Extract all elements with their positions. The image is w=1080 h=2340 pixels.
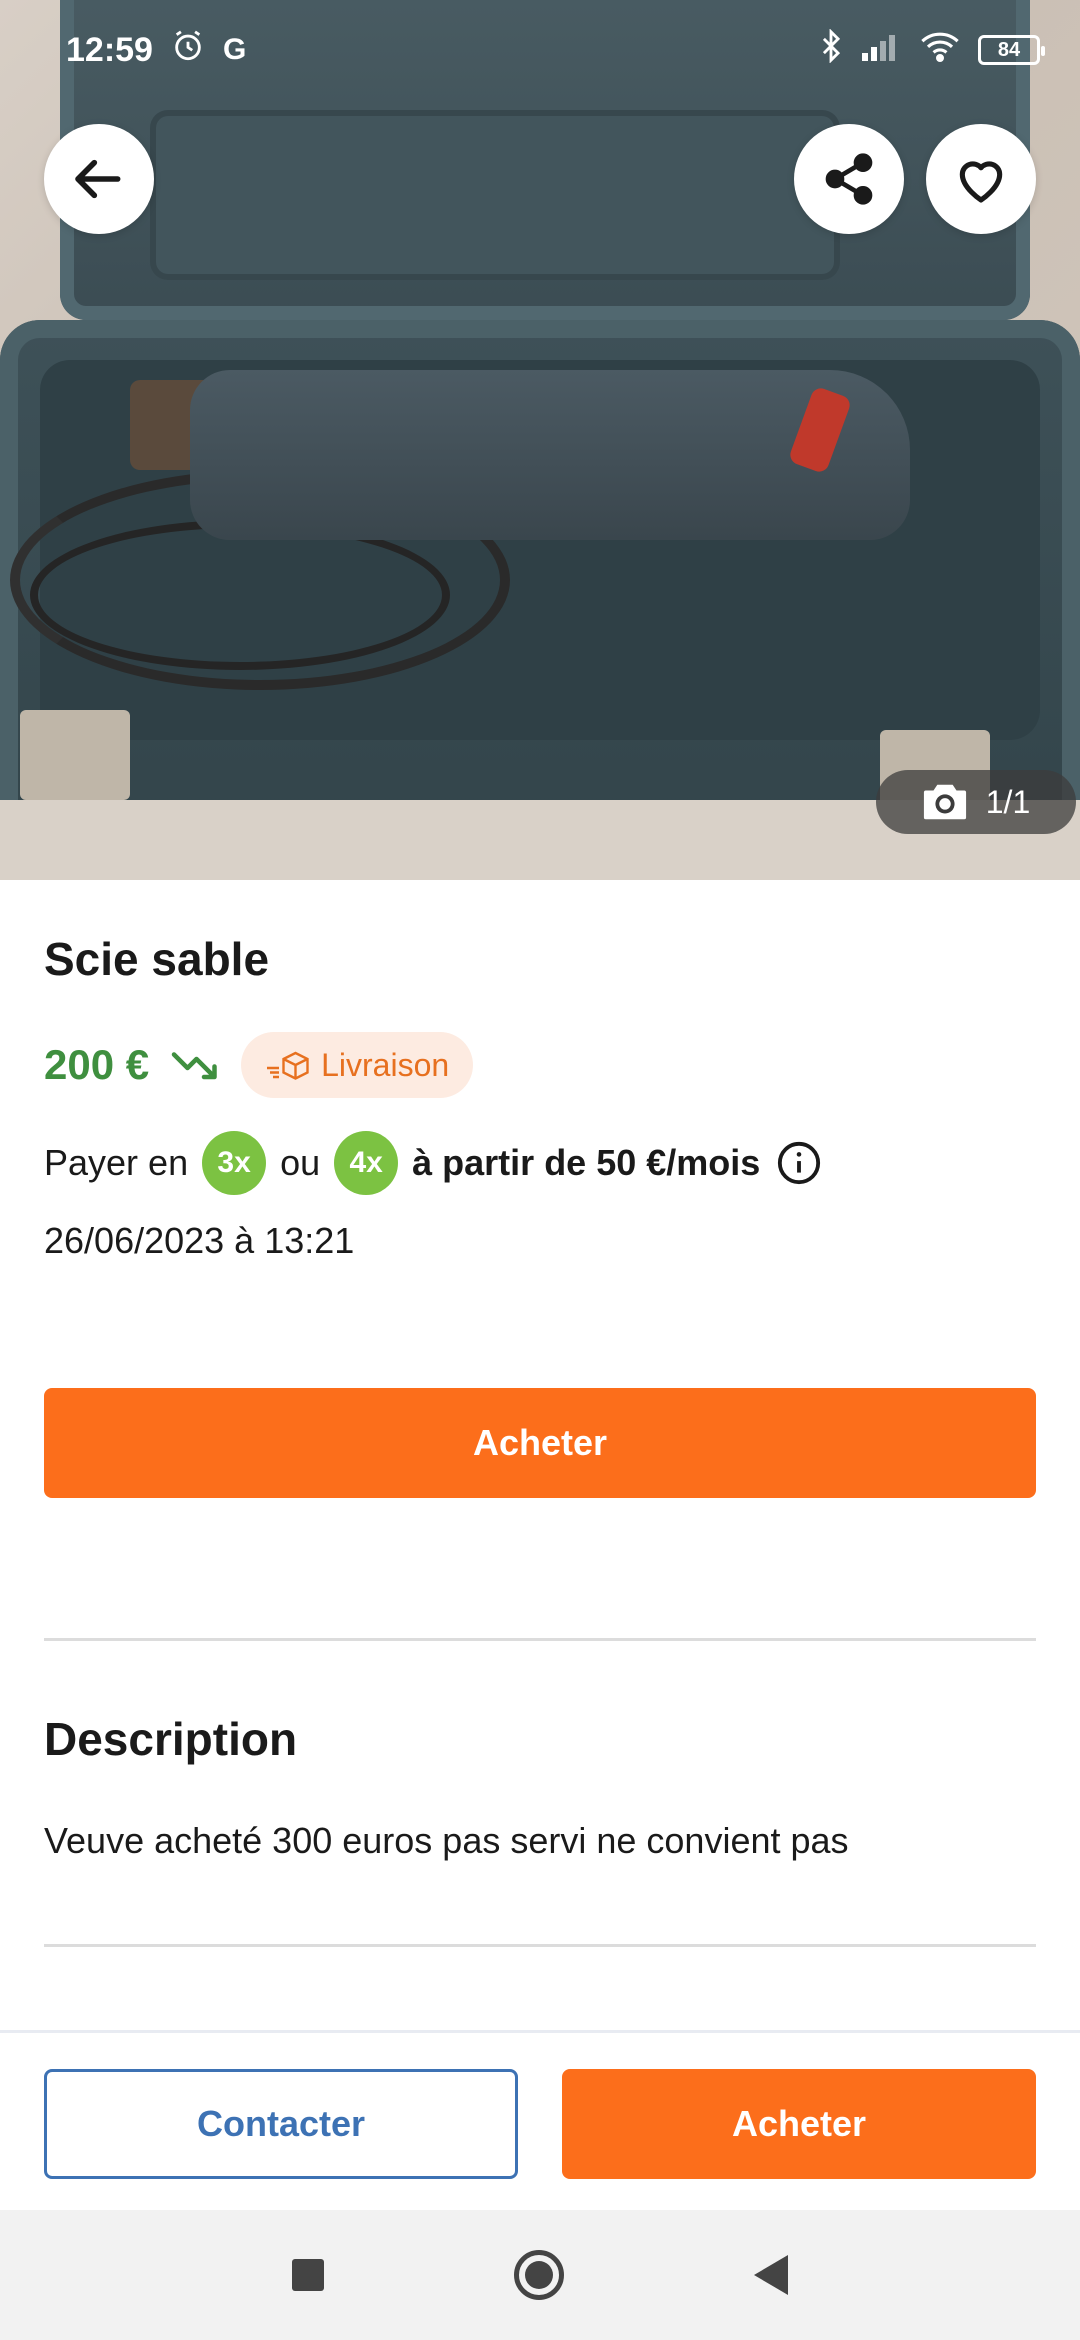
signal-icon [862,31,902,70]
installment-3x-badge: 3x [202,1131,267,1195]
status-bar-right: 84 [818,27,1045,72]
pay-or: ou [280,1142,321,1183]
battery-icon: 84 [978,35,1045,65]
pay-suffix: à partir de 50 €/mois [412,1142,761,1183]
listing-photo[interactable] [0,0,1080,880]
bottom-action-bar: Contacter Acheter [0,2030,1080,2210]
wifi-icon [920,30,960,71]
photo-case-lid-inner [150,110,840,280]
contact-button[interactable]: Contacter [44,2069,518,2179]
status-time: 12:59 [66,30,153,69]
listing-date: 26/06/2023 à 13:21 [44,1220,355,1261]
divider [44,1944,1036,1947]
alarm-icon [171,29,205,71]
delivery-label: Livraison [321,1046,450,1083]
description-title: Description [44,1713,298,1765]
share-button[interactable] [794,124,904,234]
camera-icon [923,784,966,820]
pay-prefix: Payer en [44,1142,189,1183]
listing-title: Scie sable [44,933,270,985]
favorite-button[interactable] [926,124,1036,234]
status-bar: 12:59 G 84 [0,0,1080,100]
home-icon[interactable] [514,2250,564,2300]
back-triangle-icon[interactable] [754,2255,788,2295]
photo-cord-loop [30,520,450,670]
price-row: 200 € Livraison [44,1032,474,1098]
buy-bottom-button[interactable]: Acheter [562,2069,1036,2179]
divider [44,1638,1036,1641]
delivery-box-icon [267,1051,309,1080]
photo-latch-left [20,710,130,800]
arrow-left-icon [75,159,121,199]
google-g-icon: G [222,33,247,66]
installment-row[interactable]: Payer en 3x ou 4x à partir de 50 €/mois [44,1130,822,1196]
description-text: Veuve acheté 300 euros pas servi ne conv… [44,1820,849,1861]
heart-icon [959,161,1003,203]
back-button[interactable] [44,124,154,234]
installment-4x-badge: 4x [334,1131,399,1195]
status-bar-left: 12:59 G [66,29,246,71]
price-trend-down-icon [171,1048,219,1082]
recents-icon[interactable] [292,2259,324,2291]
buy-button[interactable]: Acheter [44,1388,1036,1498]
photo-counter[interactable]: 1/1 [876,770,1076,834]
listing-price: 200 € [44,1041,150,1088]
delivery-badge: Livraison [241,1032,474,1098]
bluetooth-icon [818,27,844,72]
info-icon[interactable] [776,1140,822,1186]
photo-counter-label: 1/1 [985,783,1031,820]
system-navigation-bar [0,2210,1080,2340]
share-icon [825,153,873,205]
